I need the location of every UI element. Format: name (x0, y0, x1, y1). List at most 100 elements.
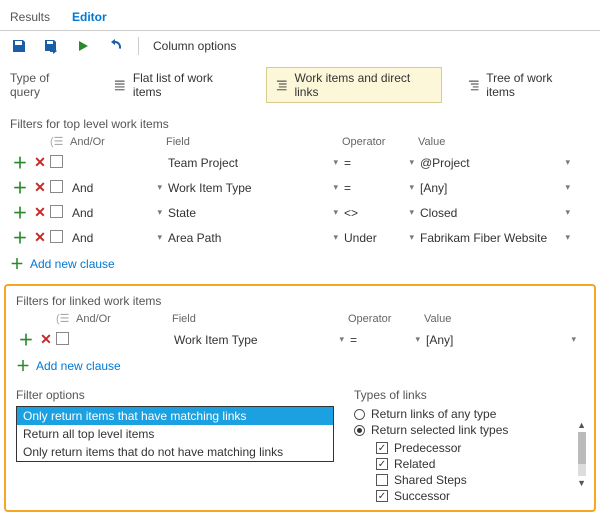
tab-results[interactable]: Results (8, 6, 52, 30)
query-type-label: Type of query (10, 71, 80, 99)
row-checkbox[interactable] (50, 155, 63, 168)
chevron-down-icon[interactable]: ▾ (402, 157, 418, 168)
add-clause-linked[interactable]: ＋ Add new clause (6, 352, 594, 384)
field-cell[interactable]: State (166, 204, 326, 222)
chevron-down-icon[interactable]: ▾ (558, 207, 574, 218)
top-filters-label: Filters for top level work items (0, 109, 600, 133)
row-checkbox[interactable] (50, 180, 63, 193)
row-checkbox[interactable] (50, 205, 63, 218)
col-header-field: Field (166, 136, 326, 148)
field-cell[interactable]: Team Project (166, 154, 326, 172)
scroll-thumb[interactable] (578, 432, 586, 464)
add-row-icon[interactable]: ＋ (16, 329, 36, 350)
scroll-down-icon[interactable]: ▼ (577, 478, 586, 488)
andor-cell[interactable]: And (70, 204, 150, 222)
col-header-field: Field (172, 313, 332, 325)
run-icon[interactable] (74, 37, 92, 55)
checkbox-icon[interactable] (376, 458, 388, 470)
andor-cell[interactable] (70, 161, 150, 165)
delete-row-icon[interactable]: ✕ (30, 154, 50, 171)
add-row-icon[interactable]: ＋ (10, 202, 30, 223)
query-type-row: Type of query Flat list of work items Wo… (0, 61, 600, 109)
chevron-down-icon[interactable]: ▾ (326, 207, 342, 218)
chevron-down-icon[interactable]: ▾ (402, 232, 418, 243)
delete-row-icon[interactable]: ✕ (30, 204, 50, 221)
save-icon[interactable] (10, 37, 28, 55)
checkbox-icon[interactable] (376, 490, 388, 502)
radio-any-type[interactable]: Return links of any type (354, 406, 584, 422)
filter-option-item[interactable]: Only return items that do not have match… (17, 443, 333, 461)
scrollbar[interactable]: ▲ ▼ (577, 420, 586, 488)
filter-row: ＋✕And▾Work Item Type▾=▾[Any]▾ (0, 175, 600, 200)
group-icon: (☰ (50, 135, 70, 148)
chevron-down-icon[interactable]: ▾ (150, 182, 166, 193)
query-type-tree[interactable]: Tree of work items (458, 67, 590, 103)
chevron-down-icon[interactable]: ▾ (558, 182, 574, 193)
delete-row-icon[interactable]: ✕ (30, 229, 50, 246)
chevron-down-icon[interactable]: ▾ (326, 182, 342, 193)
scroll-track[interactable] (578, 432, 586, 476)
value-cell[interactable]: @Project (418, 154, 558, 172)
link-type-row[interactable]: Predecessor (376, 440, 584, 456)
col-header-andor: And/Or (70, 136, 150, 148)
revert-icon[interactable] (106, 37, 124, 55)
delete-row-icon[interactable]: ✕ (30, 179, 50, 196)
value-cell[interactable]: Closed (418, 204, 558, 222)
link-type-row[interactable]: Shared Steps (376, 472, 584, 488)
operator-cell[interactable]: = (348, 331, 408, 349)
radio-any-label: Return links of any type (371, 407, 496, 421)
chevron-down-icon[interactable]: ▾ (332, 334, 348, 345)
column-options-link[interactable]: Column options (153, 39, 236, 53)
add-clause-top[interactable]: ＋ Add new clause (0, 250, 600, 282)
checkbox-icon[interactable] (376, 442, 388, 454)
checkbox-icon[interactable] (376, 474, 388, 486)
value-cell[interactable]: Fabrikam Fiber Website (418, 229, 558, 247)
query-type-flat[interactable]: Flat list of work items (104, 67, 250, 103)
filter-option-item[interactable]: Return all top level items (17, 425, 333, 443)
link-type-label: Predecessor (394, 441, 461, 455)
chevron-down-icon[interactable]: ▾ (150, 232, 166, 243)
link-type-row[interactable]: Successor (376, 488, 584, 504)
andor-cell[interactable]: And (70, 229, 150, 247)
chevron-down-icon[interactable]: ▾ (326, 157, 342, 168)
chevron-down-icon[interactable]: ▾ (402, 207, 418, 218)
chevron-down-icon[interactable]: ▾ (150, 207, 166, 218)
chevron-down-icon[interactable]: ▾ (564, 334, 580, 345)
field-cell[interactable]: Work Item Type (166, 179, 326, 197)
flat-list-icon (113, 78, 127, 92)
save-as-icon[interactable] (42, 37, 60, 55)
operator-cell[interactable]: = (342, 179, 402, 197)
operator-cell[interactable]: <> (342, 204, 402, 222)
chevron-down-icon[interactable]: ▾ (558, 232, 574, 243)
filter-options-listbox[interactable]: Only return items that have matching lin… (16, 406, 334, 462)
chevron-down-icon[interactable]: ▾ (558, 157, 574, 168)
value-cell[interactable]: [Any] (418, 179, 558, 197)
operator-cell[interactable]: = (342, 154, 402, 172)
chevron-down-icon[interactable]: ▾ (402, 182, 418, 193)
add-row-icon[interactable]: ＋ (10, 227, 30, 248)
add-row-icon[interactable]: ＋ (10, 177, 30, 198)
add-row-icon[interactable]: ＋ (10, 152, 30, 173)
operator-cell[interactable]: Under (342, 229, 402, 247)
value-cell[interactable]: [Any] (424, 331, 564, 349)
radio-selected-types[interactable]: Return selected link types (354, 422, 584, 438)
tab-editor[interactable]: Editor (70, 6, 109, 30)
row-checkbox[interactable] (56, 332, 69, 345)
query-type-direct[interactable]: Work items and direct links (266, 67, 442, 103)
col-header-operator: Operator (342, 136, 402, 148)
field-cell[interactable]: Work Item Type (172, 331, 332, 349)
delete-row-icon[interactable]: ✕ (36, 331, 56, 348)
linked-filters-label: Filters for linked work items (6, 286, 594, 310)
link-type-label: Shared Steps (394, 473, 467, 487)
row-checkbox[interactable] (50, 230, 63, 243)
link-type-list: PredecessorRelatedShared StepsSuccessor (354, 440, 584, 504)
scroll-up-icon[interactable]: ▲ (577, 420, 586, 430)
filter-options: Filter options Only return items that ha… (16, 388, 334, 504)
link-type-row[interactable]: Related (376, 456, 584, 472)
field-cell[interactable]: Area Path (166, 229, 326, 247)
filter-option-item[interactable]: Only return items that have matching lin… (17, 407, 333, 425)
chevron-down-icon[interactable]: ▾ (408, 334, 424, 345)
chevron-down-icon[interactable]: ▾ (326, 232, 342, 243)
andor-cell[interactable] (76, 338, 156, 342)
andor-cell[interactable]: And (70, 179, 150, 197)
